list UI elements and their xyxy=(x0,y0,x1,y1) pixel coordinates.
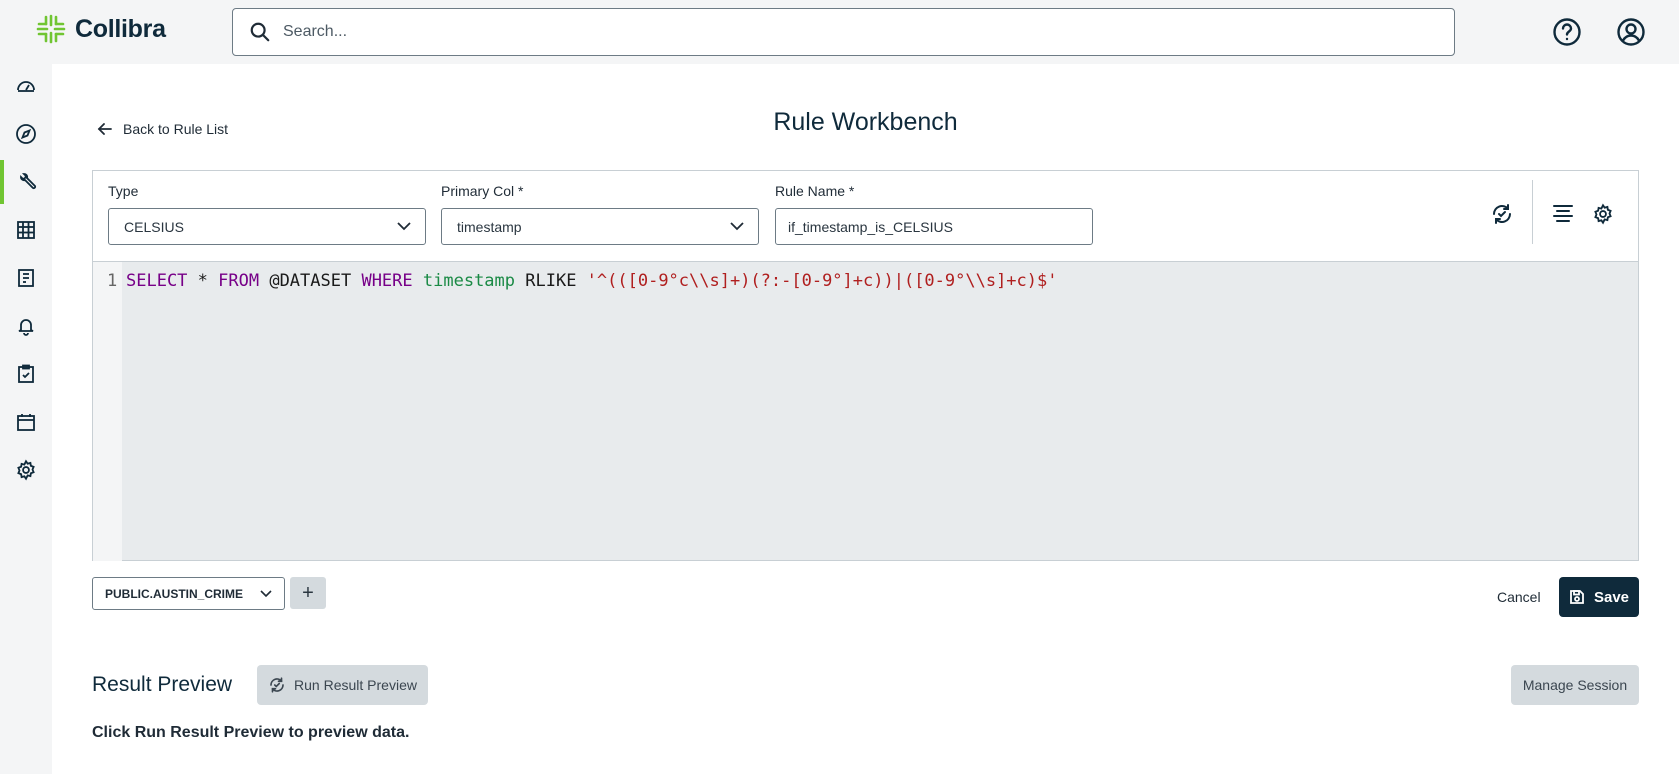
sql-editor[interactable]: 1 SELECT * FROM @DATASET WHERE timestamp… xyxy=(93,261,1638,561)
calendar-icon xyxy=(17,414,35,431)
app-logo[interactable]: Collibra xyxy=(36,14,166,44)
manage-session-button[interactable]: Manage Session xyxy=(1511,665,1639,705)
sync-icon xyxy=(1493,204,1511,224)
run-result-preview-label: Run Result Preview xyxy=(294,677,417,693)
sql-keyword: SELECT xyxy=(126,271,188,291)
search-icon xyxy=(250,22,270,42)
primary-col-label: Primary Col * xyxy=(441,183,524,199)
save-button[interactable]: Save xyxy=(1559,577,1639,617)
result-preview-title: Result Preview xyxy=(92,673,233,696)
nav-tasks[interactable] xyxy=(0,352,52,396)
clipboard-check-icon xyxy=(18,364,34,383)
nav-dashboard[interactable] xyxy=(0,64,52,108)
gear-icon xyxy=(1594,203,1612,225)
search-input[interactable] xyxy=(283,23,1433,41)
nav-rules[interactable] xyxy=(0,160,52,204)
global-search[interactable] xyxy=(232,8,1455,56)
wrench-icon xyxy=(20,173,37,190)
save-icon xyxy=(1570,590,1584,604)
save-label: Save xyxy=(1593,588,1630,606)
sql-keyword: FROM xyxy=(218,271,260,291)
collibra-logo-icon xyxy=(36,14,66,44)
dataset-value: PUBLIC.AUSTIN_CRIME xyxy=(105,586,244,601)
page-title: Rule Workbench xyxy=(773,108,958,136)
align-center-icon xyxy=(1553,205,1573,222)
dashboard-icon xyxy=(17,81,35,92)
rule-name-label: Rule Name * xyxy=(775,183,855,199)
sync-icon xyxy=(270,677,284,693)
nav-alerts[interactable] xyxy=(0,304,52,348)
sql-string: '^(([0-9°c\\s]+)(?:-[0-9°]+c))|([0-9°\\s… xyxy=(586,271,1058,291)
cancel-button[interactable]: Cancel xyxy=(1497,589,1541,605)
sql-code-line[interactable]: SELECT * FROM @DATASET WHERE timestamp R… xyxy=(126,271,1057,291)
top-bar: Collibra xyxy=(0,0,1679,64)
editor-settings-button[interactable] xyxy=(1589,200,1617,228)
line-number: 1 xyxy=(107,271,118,291)
toolbar-divider xyxy=(1532,180,1533,244)
bell-icon xyxy=(18,319,34,336)
nav-catalog[interactable] xyxy=(0,208,52,252)
left-nav xyxy=(0,64,52,774)
line-gutter: 1 xyxy=(93,262,122,561)
primary-col-value: timestamp xyxy=(457,218,522,235)
result-preview-hint: Click Run Result Preview to preview data… xyxy=(92,724,410,741)
sql-keyword: WHERE xyxy=(361,271,413,291)
table-icon xyxy=(17,221,35,239)
nav-settings[interactable] xyxy=(0,448,52,492)
primary-col-select[interactable]: timestamp xyxy=(441,208,759,245)
nav-reports[interactable] xyxy=(0,256,52,300)
add-dataset-button[interactable]: + xyxy=(290,577,326,609)
user-profile-icon[interactable] xyxy=(1616,17,1646,47)
chevron-down-icon xyxy=(397,222,411,231)
run-result-preview-button[interactable]: Run Result Preview xyxy=(257,665,428,705)
sql-text: RLIKE xyxy=(515,271,587,291)
sql-text: @DATASET xyxy=(259,271,362,291)
chevron-down-icon xyxy=(730,222,744,231)
chevron-down-icon xyxy=(260,589,272,597)
dataset-select[interactable]: PUBLIC.AUSTIN_CRIME xyxy=(92,577,285,610)
sync-button[interactable] xyxy=(1488,200,1516,228)
rule-name-input[interactable] xyxy=(775,208,1093,245)
sql-column: timestamp xyxy=(422,271,516,291)
report-icon xyxy=(18,269,34,287)
format-sql-button[interactable] xyxy=(1549,200,1577,228)
type-value: CELSIUS xyxy=(124,218,184,235)
app-name: Collibra xyxy=(75,14,166,43)
gear-icon xyxy=(17,459,35,481)
type-select[interactable]: CELSIUS xyxy=(108,208,426,245)
type-label: Type xyxy=(108,183,139,199)
sql-text: * xyxy=(187,271,219,291)
nav-schedule[interactable] xyxy=(0,400,52,444)
help-icon[interactable] xyxy=(1552,17,1582,47)
